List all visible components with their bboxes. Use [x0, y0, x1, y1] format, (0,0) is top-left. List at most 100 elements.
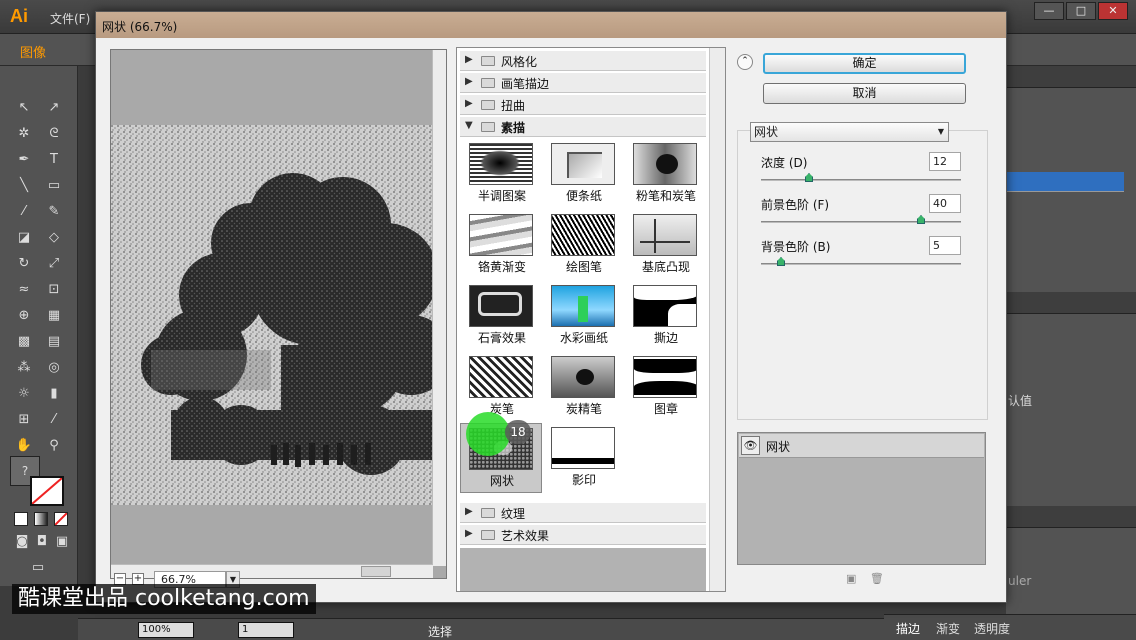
- layer-row-selected[interactable]: [1006, 172, 1124, 192]
- category-sketch[interactable]: ▼ 素描: [460, 117, 706, 137]
- tab-transparency[interactable]: 透明度: [974, 620, 1010, 637]
- slider-thumb[interactable]: [917, 215, 925, 224]
- preview-vertical-scrollbar[interactable]: [432, 50, 446, 566]
- gradient-tool-icon[interactable]: ▤: [44, 332, 64, 352]
- thumb-label: 网状: [489, 474, 514, 488]
- eyedropper-tool-icon[interactable]: ⁂: [14, 358, 34, 378]
- artboard-tool-icon[interactable]: ⊞: [14, 410, 34, 430]
- screen-mode-icon[interactable]: ▭: [28, 558, 48, 578]
- category-brush-strokes[interactable]: ▶ 画笔描边: [460, 73, 706, 93]
- scrollbar-thumb[interactable]: [361, 566, 391, 577]
- rotate-tool-icon[interactable]: ↻: [14, 254, 34, 274]
- close-button[interactable]: ✕: [1098, 2, 1128, 20]
- thumb-torn-edges[interactable]: 撕边: [625, 281, 707, 351]
- panel-strip: [1006, 292, 1136, 314]
- gradient-mode-button[interactable]: [34, 512, 48, 526]
- thumb-charcoal[interactable]: 炭笔: [461, 352, 543, 422]
- minimize-button[interactable]: —: [1034, 2, 1064, 20]
- warp-tool-icon[interactable]: ≈: [14, 280, 34, 300]
- param-background-slider[interactable]: [761, 263, 961, 265]
- eraser-tool-icon[interactable]: ◇: [44, 228, 64, 248]
- thumb-water-paper[interactable]: 水彩画纸: [543, 281, 625, 351]
- draw-inside-icon[interactable]: ▣: [52, 532, 72, 552]
- thumb-notepaper[interactable]: 便条纸: [543, 139, 625, 209]
- cancel-button[interactable]: 取消: [763, 83, 966, 104]
- status-tool-text: 选择: [428, 625, 453, 639]
- slice-tool-icon[interactable]: ⁄: [44, 410, 64, 430]
- ok-button[interactable]: 确定: [763, 53, 966, 74]
- stroke-swatch[interactable]: [30, 476, 64, 506]
- lasso-tool-icon[interactable]: ᘓ: [44, 124, 64, 144]
- category-distort[interactable]: ▶ 扭曲: [460, 95, 706, 115]
- paintbrush-tool-icon[interactable]: ⁄: [14, 202, 34, 222]
- thumb-chrome[interactable]: 铬黄渐变: [461, 210, 543, 280]
- color-mode-button[interactable]: [14, 512, 28, 526]
- filter-select[interactable]: 网状 ▼: [750, 122, 949, 142]
- line-tool-icon[interactable]: ╲: [14, 176, 34, 196]
- param-label: 背景色阶 (B): [761, 240, 831, 254]
- new-effect-layer-icon[interactable]: ▣: [846, 572, 856, 585]
- tab-stroke[interactable]: 描边: [896, 620, 920, 637]
- param-density-input[interactable]: 12: [929, 152, 961, 171]
- thumb-label: 图章: [653, 402, 678, 416]
- symbol-sprayer-tool-icon[interactable]: ☼: [14, 384, 34, 404]
- maximize-button[interactable]: □: [1066, 2, 1096, 20]
- tab-gradient[interactable]: 渐变: [936, 620, 960, 637]
- folder-icon: [481, 100, 495, 110]
- rectangle-tool-icon[interactable]: ▭: [44, 176, 64, 196]
- folder-icon: [481, 56, 495, 66]
- thumb-label: 基底凸现: [641, 260, 690, 274]
- mesh-tool-icon[interactable]: ▩: [14, 332, 34, 352]
- free-transform-tool-icon[interactable]: ⊡: [44, 280, 64, 300]
- shape-builder-tool-icon[interactable]: ⊕: [14, 306, 34, 326]
- param-density-slider[interactable]: [761, 179, 961, 181]
- pencil-tool-icon[interactable]: ✎: [44, 202, 64, 222]
- thumb-chalk-charcoal[interactable]: 粉笔和炭笔: [625, 139, 707, 209]
- selection-tool-icon[interactable]: ↖: [14, 98, 34, 118]
- delete-effect-layer-icon[interactable]: 🗑: [870, 572, 884, 585]
- none-mode-button[interactable]: [54, 512, 68, 526]
- thumb-bas-relief[interactable]: 基底凸现: [625, 210, 707, 280]
- type-tool-icon[interactable]: T: [44, 150, 64, 170]
- thumb-plaster[interactable]: 石膏效果: [461, 281, 543, 351]
- scale-tool-icon[interactable]: ⤢: [44, 254, 64, 274]
- blob-brush-tool-icon[interactable]: ◪: [14, 228, 34, 248]
- menu-file[interactable]: 文件(F): [50, 10, 90, 27]
- expand-arrow-icon: ▶: [465, 98, 473, 109]
- hand-tool-icon[interactable]: ✋: [14, 436, 34, 456]
- thumb-label: 撕边: [653, 331, 678, 345]
- thumb-photocopy[interactable]: 影印: [543, 423, 625, 493]
- draw-behind-icon[interactable]: ◘: [32, 532, 52, 552]
- thumb-stamp[interactable]: 图章: [625, 352, 707, 422]
- gallery-vertical-scrollbar[interactable]: [709, 48, 725, 591]
- param-foreground-input[interactable]: 40: [929, 194, 961, 213]
- status-zoom-field[interactable]: 100%: [138, 622, 194, 638]
- category-stylize[interactable]: ▶ 风格化: [460, 51, 706, 71]
- thumb-conte-crayon[interactable]: 炭精笔: [543, 352, 625, 422]
- blend-tool-icon[interactable]: ◎: [44, 358, 64, 378]
- thumb-label: 炭笔: [489, 402, 514, 416]
- status-page-field[interactable]: 1: [238, 622, 294, 638]
- effect-layer-row[interactable]: 👁 网状: [739, 434, 984, 458]
- magic-wand-tool-icon[interactable]: ✲: [14, 124, 34, 144]
- preview-area[interactable]: [110, 49, 447, 579]
- slider-thumb[interactable]: [777, 257, 785, 266]
- slider-thumb[interactable]: [805, 173, 813, 182]
- panel-strip: [1006, 506, 1136, 528]
- category-artistic[interactable]: ▶ 艺术效果: [460, 525, 706, 545]
- thumb-halftone[interactable]: 半调图案: [461, 139, 543, 209]
- category-texture[interactable]: ▶ 纹理: [460, 503, 706, 523]
- pen-tool-icon[interactable]: ✒: [14, 150, 34, 170]
- param-foreground-slider[interactable]: [761, 221, 961, 223]
- perspective-grid-tool-icon[interactable]: ▦: [44, 306, 64, 326]
- thumb-graphic-pen[interactable]: 绘图笔: [543, 210, 625, 280]
- preview-image: [111, 125, 433, 505]
- zoom-tool-icon[interactable]: ⚲: [44, 436, 64, 456]
- param-background-input[interactable]: 5: [929, 236, 961, 255]
- direct-selection-tool-icon[interactable]: ↗: [44, 98, 64, 118]
- eye-icon[interactable]: 👁: [741, 436, 760, 455]
- column-graph-tool-icon[interactable]: ▮: [44, 384, 64, 404]
- filter-select-value: 网状: [754, 125, 779, 139]
- collapse-gallery-icon[interactable]: ⌃: [737, 54, 753, 70]
- draw-normal-icon[interactable]: ◙: [12, 532, 32, 552]
